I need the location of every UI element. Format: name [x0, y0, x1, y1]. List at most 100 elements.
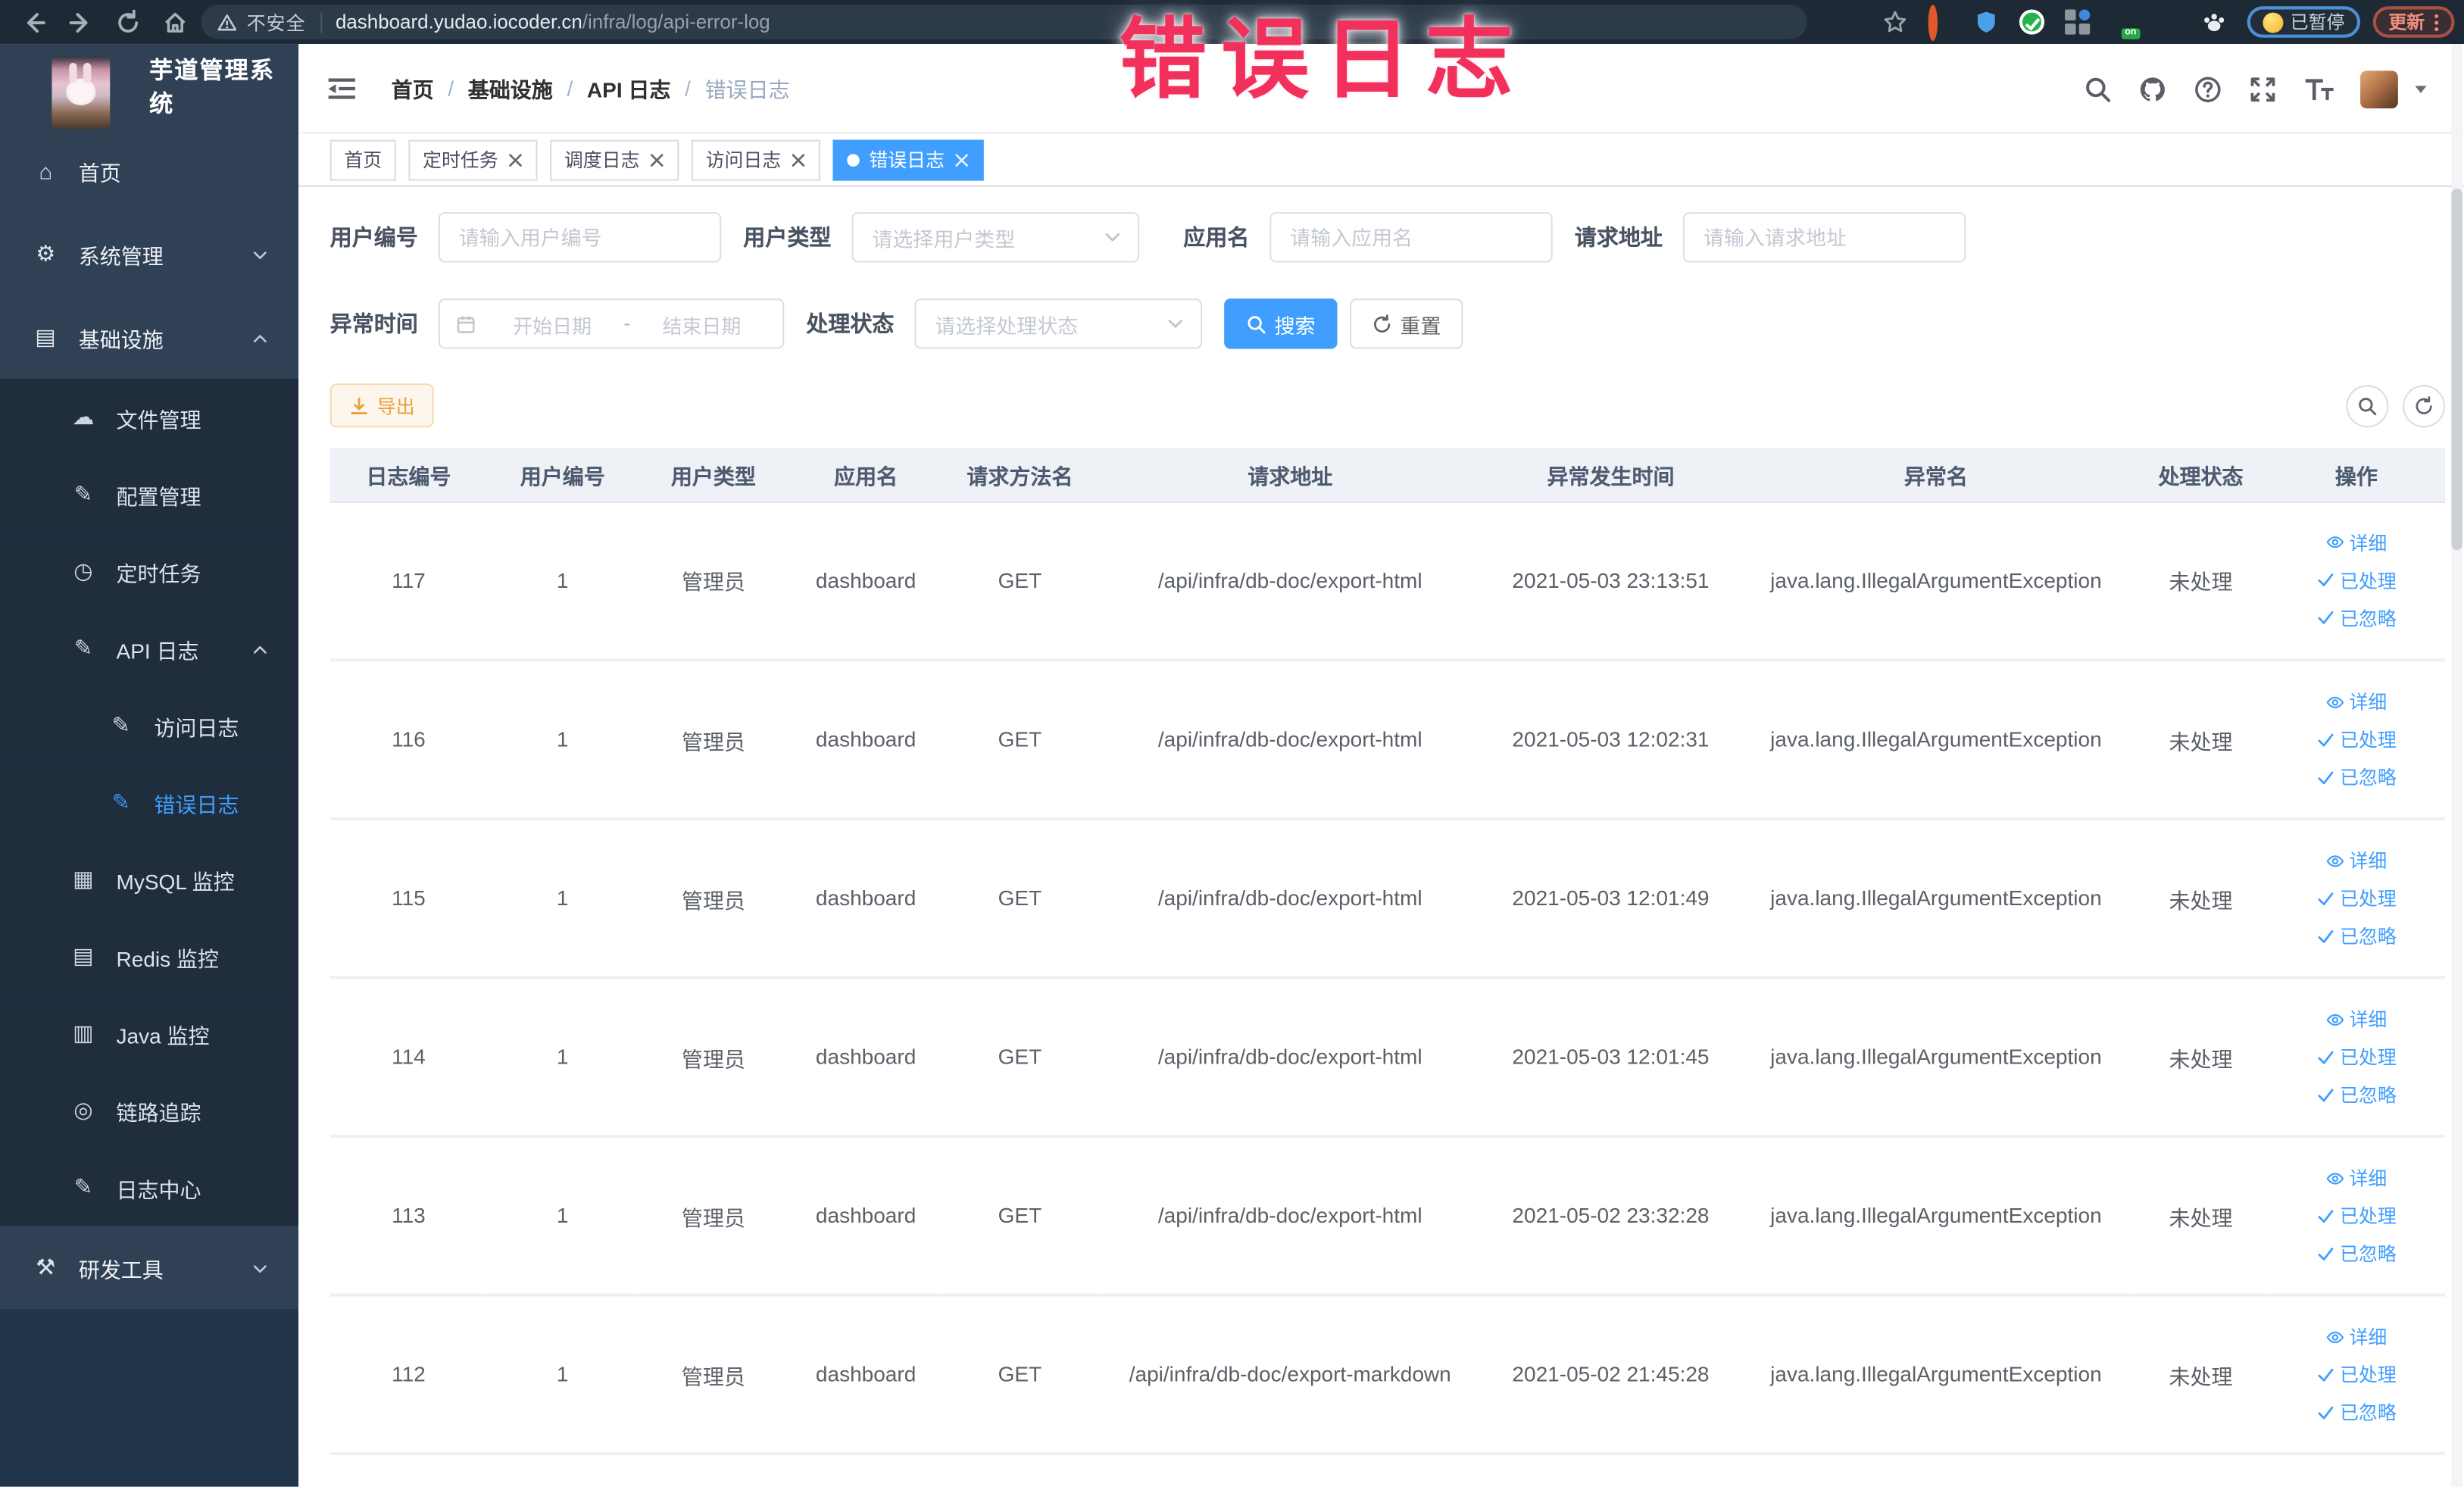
extension-paw-icon[interactable]: [2201, 9, 2226, 34]
close-icon[interactable]: [791, 152, 807, 167]
github-icon[interactable]: [2139, 75, 2167, 103]
browser-home-icon[interactable]: [162, 8, 189, 35]
mark-processed-link[interactable]: 已处理: [2316, 726, 2397, 752]
help-icon[interactable]: [2194, 75, 2222, 103]
mark-ignored-link[interactable]: 已忽略: [2316, 1398, 2397, 1425]
request-url-input[interactable]: [1682, 212, 1966, 263]
tab-error-log[interactable]: 错误日志: [832, 139, 984, 180]
col-exception: 异常名: [1738, 448, 2135, 502]
close-icon[interactable]: [649, 152, 665, 167]
mark-processed-link[interactable]: 已处理: [2316, 885, 2397, 911]
reset-button[interactable]: 重置: [1350, 298, 1463, 349]
tab-scheduled-tasks[interactable]: 定时任务: [408, 139, 538, 180]
cell-log-id: 116: [329, 660, 488, 820]
sidebar-item-home[interactable]: ⌂ 首页: [0, 129, 299, 213]
sidebar-item-devtools[interactable]: ⚒ 研发工具: [0, 1226, 299, 1310]
calendar-icon: [456, 314, 476, 334]
breadcrumb-api-log[interactable]: API 日志: [587, 72, 671, 103]
sidebar-item-java-monitor[interactable]: ▥ Java 监控: [0, 995, 299, 1072]
bookmark-star-icon[interactable]: [1882, 9, 1907, 34]
extension-leaf-icon[interactable]: [2155, 9, 2180, 34]
cell-app-name: dashboard: [789, 501, 943, 662]
sidebar-item-file-management[interactable]: ☁ 文件管理: [0, 378, 299, 456]
cell-exception: java.lang.IllegalArgumentException: [1738, 818, 2135, 979]
export-button[interactable]: 导出: [329, 383, 434, 428]
user-type-select[interactable]: 请选择用户类型: [851, 212, 1140, 263]
sidebar-collapse-icon[interactable]: [327, 75, 357, 102]
extension-green-check-icon[interactable]: [2018, 9, 2044, 35]
mark-ignored-link[interactable]: 已忽略: [2316, 764, 2397, 790]
detail-link[interactable]: 详细: [2325, 530, 2387, 556]
menu-label: 链路追踪: [116, 1101, 201, 1125]
menu-label: 日志中心: [116, 1177, 201, 1202]
tab-label: 错误日志: [869, 149, 945, 172]
detail-link[interactable]: 详细: [2325, 689, 2387, 715]
sidebar-item-access-log[interactable]: ✎ 访问日志: [0, 686, 299, 764]
browser-update-button[interactable]: 更新: [2372, 6, 2455, 38]
user-id-input[interactable]: [438, 212, 722, 263]
mark-ignored-link[interactable]: 已忽略: [2316, 1081, 2397, 1107]
back-icon[interactable]: [20, 8, 47, 35]
sidebar: 芋道管理系统 ⌂ 首页 ⚙ 系统管理 ▤ 基础设施 ☁ 文件管理 ✎ 配置管理 …: [0, 44, 299, 1487]
table-row: 112 1 管理员 dashboard GET /api/infra/db-do…: [329, 1295, 2446, 1456]
search-button[interactable]: 搜索: [1224, 298, 1338, 349]
refresh-table-button[interactable]: [2403, 385, 2446, 428]
cell-error-time: 2021-05-03 12:02:31: [1483, 660, 1738, 820]
breadcrumb-infrastructure[interactable]: 基础设施: [468, 72, 553, 103]
mark-processed-link[interactable]: 已处理: [2316, 1202, 2397, 1229]
detail-link[interactable]: 详细: [2325, 1323, 2387, 1350]
sidebar-item-system-management[interactable]: ⚙ 系统管理: [0, 212, 299, 296]
sidebar-item-log-center[interactable]: ✎ 日志中心: [0, 1148, 299, 1226]
sidebar-item-trace[interactable]: ◎ 链路追踪: [0, 1071, 299, 1149]
cell-exception: java.lang.IllegalArgumentException: [1738, 1136, 2135, 1297]
user-type-placeholder: 请选择用户类型: [872, 226, 1016, 251]
sidebar-item-infrastructure[interactable]: ▤ 基础设施: [0, 295, 299, 379]
date-separator: -: [623, 312, 631, 335]
show-search-toggle-button[interactable]: [2346, 385, 2389, 428]
logo-area[interactable]: 芋道管理系统: [0, 44, 298, 130]
detail-link[interactable]: 详细: [2325, 1006, 2387, 1032]
mark-ignored-link[interactable]: 已忽略: [2316, 1240, 2397, 1267]
mark-ignored-link[interactable]: 已忽略: [2316, 604, 2397, 631]
table-header-row: 日志编号 用户编号 用户类型 应用名 请求方法名 请求地址 异常发生时间 异常名…: [329, 448, 2446, 502]
extension-grid-icon[interactable]: [2064, 9, 2090, 35]
extension-on-toggle-icon[interactable]: on: [2110, 11, 2140, 39]
paused-extension-pill[interactable]: 已暂停: [2246, 6, 2361, 38]
reload-icon[interactable]: [114, 8, 141, 35]
detail-link[interactable]: 详细: [2325, 1164, 2387, 1191]
mark-processed-link[interactable]: 已处理: [2316, 1044, 2397, 1070]
mark-ignored-link[interactable]: 已忽略: [2316, 923, 2397, 949]
fullscreen-icon[interactable]: [2249, 75, 2277, 103]
search-icon[interactable]: [2084, 75, 2112, 103]
address-bar[interactable]: 不安全 dashboard.yudao.iocoder.cn/infra/log…: [201, 5, 1807, 39]
sidebar-item-scheduled-tasks[interactable]: ◷ 定时任务: [0, 533, 299, 610]
sidebar-item-error-log[interactable]: ✎ 错误日志: [0, 764, 299, 841]
tab-access-log[interactable]: 访问日志: [691, 139, 821, 180]
detail-label: 详细: [2349, 1167, 2387, 1190]
sidebar-item-redis-monitor[interactable]: ▤ Redis 监控: [0, 917, 299, 995]
tab-home[interactable]: 首页: [329, 139, 396, 180]
scrollbar-thumb[interactable]: [2451, 188, 2462, 551]
sidebar-item-mysql-monitor[interactable]: ▦ MySQL 监控: [0, 840, 299, 918]
extension-shield-icon[interactable]: [1973, 9, 1998, 34]
chevron-up-icon: [251, 640, 269, 658]
browser-menu-icon[interactable]: [2434, 12, 2439, 33]
sidebar-item-config-management[interactable]: ✎ 配置管理: [0, 455, 299, 533]
mark-processed-link[interactable]: 已处理: [2316, 567, 2397, 593]
breadcrumb-home[interactable]: 首页: [392, 72, 434, 103]
detail-link[interactable]: 详细: [2325, 847, 2387, 873]
mark-processed-link[interactable]: 已处理: [2316, 1361, 2397, 1388]
app-name-input[interactable]: [1269, 212, 1553, 263]
extension-orange-ring-icon[interactable]: [1927, 5, 1953, 41]
sidebar-item-api-log[interactable]: ✎ API 日志: [0, 609, 299, 687]
tab-schedule-log[interactable]: 调度日志: [550, 139, 679, 180]
forward-icon[interactable]: [67, 8, 94, 35]
close-icon[interactable]: [954, 152, 970, 167]
process-status-select[interactable]: 请选择处理状态: [914, 298, 1203, 349]
error-time-range-picker[interactable]: 开始日期 - 结束日期: [438, 298, 785, 349]
font-size-icon[interactable]: [2303, 75, 2334, 103]
avatar[interactable]: [2360, 70, 2398, 108]
close-icon[interactable]: [507, 152, 523, 167]
caret-down-icon[interactable]: [2412, 80, 2430, 98]
api-log-icon: ✎: [73, 635, 93, 661]
